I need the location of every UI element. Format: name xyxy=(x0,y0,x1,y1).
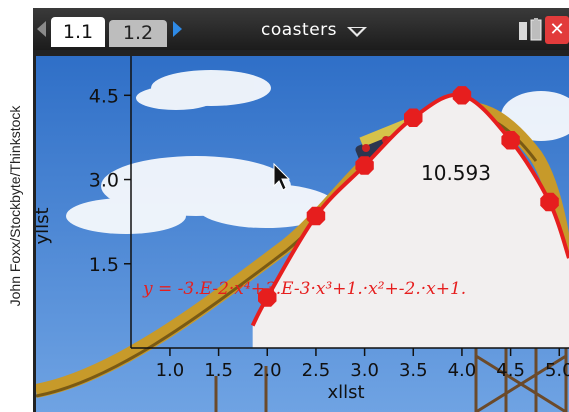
data-point[interactable] xyxy=(355,156,374,175)
tab-1-2[interactable]: 1.2 xyxy=(109,20,167,47)
y-axis-label: yllst xyxy=(36,207,53,244)
x-tick-label: 5.0 xyxy=(545,360,569,381)
x-axis-label: xllst xyxy=(327,382,364,403)
graph-workspace[interactable]: 1.0 1.5 2.0 2.5 3.0 3.5 4.0 4.5 5.0 1.5 3.0 4.5 yll… xyxy=(36,56,569,412)
photo-credit-text: John Foxx/Stockbyte/Thinkstock xyxy=(7,105,23,307)
x-tick-label: 1.0 xyxy=(156,360,185,381)
graph-canvas: 1.0 1.5 2.0 2.5 3.0 3.5 4.0 4.5 5.0 1.5 3.0 4.5 yll… xyxy=(36,56,569,412)
y-tick-label: 3.0 xyxy=(89,170,119,192)
data-point[interactable] xyxy=(452,86,472,105)
data-point[interactable] xyxy=(540,192,559,212)
calculator-screen: 1.1 1.2 coasters ✕ 1.0 1.5 2.0 2.5 3.0 3… xyxy=(33,8,569,412)
y-tick-label: 1.5 xyxy=(89,254,119,276)
document-title[interactable]: coasters xyxy=(261,20,337,40)
tab-bar: 1.1 1.2 coasters ✕ xyxy=(33,8,569,50)
next-page-arrow-icon[interactable] xyxy=(173,21,182,37)
x-tick-label: 3.5 xyxy=(399,360,428,381)
photo-credit: John Foxx/Stockbyte/Thinkstock xyxy=(0,0,30,412)
document-menu-chevron-down-icon[interactable] xyxy=(347,27,367,37)
x-tick-label: 4.0 xyxy=(448,360,477,381)
y-tick-label: 4.5 xyxy=(89,85,119,107)
battery-icon xyxy=(519,18,542,41)
x-tick-label: 3.0 xyxy=(350,360,379,381)
tab-1-1[interactable]: 1.1 xyxy=(51,17,105,47)
data-point[interactable] xyxy=(306,206,326,226)
x-tick-label: 4.5 xyxy=(496,360,525,381)
max-readout: 10.593 xyxy=(421,161,491,185)
data-point[interactable] xyxy=(404,108,423,128)
data-point[interactable] xyxy=(501,131,520,150)
x-tick-label: 2.5 xyxy=(302,360,331,381)
previous-page-arrow-icon[interactable] xyxy=(37,21,46,37)
close-button[interactable]: ✕ xyxy=(545,16,569,44)
x-tick-label: 1.5 xyxy=(204,360,233,381)
regression-equation[interactable]: y = -3.E-2·x⁴+3.E-3·x³+1.·x²+-2.·x+1. xyxy=(142,279,466,299)
x-tick-label: 2.0 xyxy=(253,360,282,381)
